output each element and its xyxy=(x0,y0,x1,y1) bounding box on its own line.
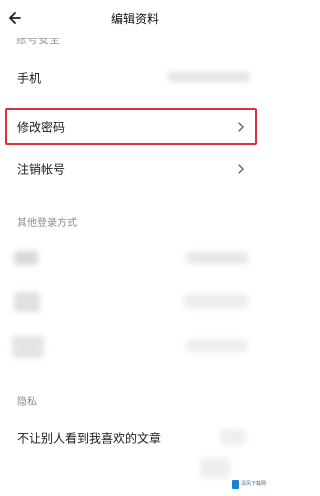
privacy-toggle-row[interactable]: 不让别人看到我喜欢的文章 xyxy=(0,415,270,461)
phone-label: 手机 xyxy=(17,71,42,86)
login-method-value-blurred xyxy=(186,252,248,264)
top-bar: 编辑资料 xyxy=(0,0,270,40)
login-method-icon-blurred xyxy=(12,336,44,358)
watermark-logo: 清风下载网 xyxy=(232,476,266,492)
highlight-box xyxy=(5,108,257,145)
privacy-toggle-switch-blurred[interactable] xyxy=(220,429,246,445)
bottom-blurred-element xyxy=(200,458,230,478)
chevron-right-icon xyxy=(238,164,244,174)
login-method-row[interactable] xyxy=(0,324,270,370)
other-login-heading: 其他登录方式 xyxy=(17,218,77,229)
account-section-heading: 账号安全 xyxy=(16,38,60,46)
cancel-account-label: 注销帐号 xyxy=(17,162,66,177)
login-method-value-blurred xyxy=(184,294,248,308)
login-method-icon-blurred xyxy=(14,251,38,265)
login-method-row[interactable] xyxy=(0,236,270,282)
login-method-icon-blurred xyxy=(14,292,40,312)
phone-value-blurred xyxy=(168,72,250,82)
privacy-heading: 隐私 xyxy=(17,397,37,408)
page-title: 编辑资料 xyxy=(110,12,159,26)
privacy-toggle-label: 不让别人看到我喜欢的文章 xyxy=(17,431,162,446)
cancel-account-row[interactable]: 注销帐号 xyxy=(0,146,270,192)
login-method-row[interactable] xyxy=(0,280,270,326)
watermark-text: 清风下载网 xyxy=(240,480,266,487)
login-method-value-blurred xyxy=(186,340,248,352)
phone-row[interactable]: 手机 xyxy=(0,55,270,101)
watermark-icon xyxy=(232,479,239,489)
